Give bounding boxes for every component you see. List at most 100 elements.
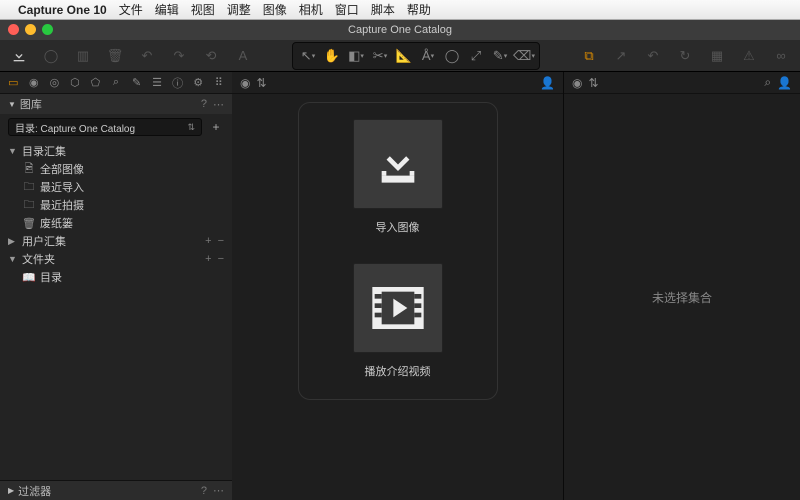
catalog-selector-label: 目录: Capture One Catalog [15, 120, 135, 135]
menu-file[interactable]: 文件 [119, 1, 143, 18]
capture-icon[interactable]: ◯ [40, 46, 62, 66]
copy-adjustments-icon[interactable]: ⧉ [578, 46, 600, 66]
tree-catalog-group[interactable]: ▼ 目录汇集 [0, 142, 232, 160]
eraser-tool-icon[interactable]: ⌫▾ [513, 46, 535, 66]
tree-all-images[interactable]: 🖻 全部图像 [0, 160, 232, 178]
keystone-tool-icon[interactable]: Å▾ [417, 46, 439, 66]
left-sidebar: ▭ ◉ ◎ ⬡ ⬠ ⌕ ✎ ☰ ⓘ ⚙ ⠿ ▼ 图库 ? ⋯ 目录: Captu… [0, 72, 232, 500]
window-titlebar: Capture One Catalog [0, 20, 800, 40]
import-icon[interactable] [8, 46, 30, 66]
eye-icon[interactable]: ◉ [240, 76, 250, 90]
sort-icon[interactable]: ⇅ [588, 76, 598, 90]
pointer-tool-icon[interactable]: ↖▾ [297, 46, 319, 66]
catalog-selector[interactable]: 目录: Capture One Catalog ⇅ [8, 118, 202, 136]
browser-toolbar: ◉ ⇅ ⌕ 👤 [564, 72, 800, 94]
menu-app-name[interactable]: Capture One 10 [18, 3, 107, 17]
remove-user-collection-button[interactable]: − [218, 235, 224, 247]
add-folder-button[interactable]: + [205, 253, 211, 265]
redo-icon[interactable]: ↷ [168, 46, 190, 66]
search-icon[interactable]: ⌕ [764, 75, 771, 90]
tab-exposure-icon[interactable]: ⬠ [88, 75, 103, 90]
chevron-down-icon[interactable]: ▼ [8, 100, 16, 109]
tree-recent-imports[interactable]: 🗀 最近导入 [0, 178, 232, 196]
undo-icon[interactable]: ↶ [136, 46, 158, 66]
spot-tool-icon[interactable]: ◯ [441, 46, 463, 66]
pan-tool-icon[interactable]: ✋ [321, 46, 343, 66]
tree-folder-catalog[interactable]: 📖 目录 [0, 268, 232, 286]
tree-user-group[interactable]: ▶ 用户汇集 +− [0, 232, 232, 250]
help-icon[interactable]: ? [201, 98, 207, 110]
tab-batch-icon[interactable]: ⠿ [211, 75, 226, 90]
tab-search-icon[interactable]: ⌕ [109, 75, 124, 90]
tab-lens-icon[interactable]: ◎ [47, 75, 62, 90]
mask-tool-icon[interactable]: ◧▾ [345, 46, 367, 66]
eye-icon[interactable]: ◉ [572, 76, 582, 90]
reset-icon[interactable]: ⟲ [200, 46, 222, 66]
grid-icon[interactable]: ▦ [706, 46, 728, 66]
import-images-label: 导入图像 [376, 219, 420, 235]
images-icon: 🖻 [22, 160, 36, 179]
menu-dots-icon[interactable]: ⋯ [213, 98, 224, 111]
menu-image[interactable]: 图像 [263, 1, 287, 18]
filters-panel-header[interactable]: ▶ 过滤器 ? ⋯ [0, 480, 232, 500]
menu-dots-icon[interactable]: ⋯ [213, 484, 224, 497]
tree-trash[interactable]: 🗑 废纸篓 [0, 214, 232, 232]
rotate-left-icon[interactable]: ↶ [642, 46, 664, 66]
eyedropper-tool-icon[interactable]: ⤢ [465, 46, 487, 66]
play-intro-video-label: 播放介绍视频 [365, 363, 431, 379]
remove-folder-button[interactable]: − [218, 253, 224, 265]
person-icon[interactable]: 👤 [540, 76, 555, 90]
rotate-right-icon[interactable]: ↻ [674, 46, 696, 66]
tab-details-icon[interactable]: ✎ [129, 75, 144, 90]
tab-capture-icon[interactable]: ◉ [27, 75, 42, 90]
help-icon[interactable]: ? [201, 485, 207, 497]
dropdown-icon: ⇅ [187, 122, 195, 133]
add-catalog-button[interactable]: + [208, 119, 224, 135]
sort-icon[interactable]: ⇅ [256, 76, 266, 90]
play-intro-video-tile[interactable] [353, 263, 443, 353]
stack-icon[interactable]: ▥ [72, 46, 94, 66]
library-header-label: 图库 [20, 96, 42, 112]
menu-window[interactable]: 窗口 [335, 1, 359, 18]
viewer-pane: ◉ ⇅ 👤 导入图像 [232, 72, 564, 500]
person-icon[interactable]: 👤 [777, 76, 792, 90]
tree-folders-group[interactable]: ▼ 文件夹 +− [0, 250, 232, 268]
import-images-tile[interactable] [353, 119, 443, 209]
film-play-icon [370, 280, 426, 336]
tab-output-icon[interactable]: ⚙ [191, 75, 206, 90]
crop-tool-icon[interactable]: ✂▾ [369, 46, 391, 66]
menu-edit[interactable]: 编辑 [155, 1, 179, 18]
trash-icon[interactable]: 🗑 [104, 46, 126, 66]
welcome-panel: 导入图像 播放介绍视频 [298, 102, 498, 400]
traffic-lights [8, 24, 53, 35]
chevron-down-icon: ▼ [8, 254, 18, 264]
cursor-tools-group: ↖▾ ✋ ◧▾ ✂▾ 📐 Å▾ ◯ ⤢ ✎▾ ⌫▾ [292, 42, 540, 70]
menu-script[interactable]: 脚本 [371, 1, 395, 18]
menu-adjust[interactable]: 调整 [227, 1, 251, 18]
mac-menubar: Capture One 10 文件 编辑 视图 调整 图像 相机 窗口 脚本 帮… [0, 0, 800, 20]
tab-metadata-icon[interactable]: ⓘ [170, 75, 185, 90]
auto-adjust-icon[interactable]: A [232, 46, 254, 66]
minimize-window-button[interactable] [25, 24, 36, 35]
window-title: Capture One Catalog [348, 24, 452, 36]
menu-help[interactable]: 帮助 [407, 1, 431, 18]
focus-mask-icon[interactable]: ∞ [770, 46, 792, 66]
library-tree: ▼ 目录汇集 🖻 全部图像 🗀 最近导入 🗀 最近拍摄 🗑 废纸篓 ▶ 用 [0, 140, 232, 288]
apply-adjustments-icon[interactable]: ↗ [610, 46, 632, 66]
tab-library-icon[interactable]: ▭ [6, 75, 21, 90]
menu-view[interactable]: 视图 [191, 1, 215, 18]
viewer-toolbar: ◉ ⇅ 👤 [232, 72, 563, 94]
browser-pane: ◉ ⇅ ⌕ 👤 未选择集合 [564, 72, 800, 500]
tree-recent-captures[interactable]: 🗀 最近拍摄 [0, 196, 232, 214]
download-icon [370, 136, 426, 192]
tab-color-icon[interactable]: ⬡ [68, 75, 83, 90]
folder-icon: 🗀 [22, 196, 36, 215]
straighten-tool-icon[interactable]: 📐 [393, 46, 415, 66]
zoom-window-button[interactable] [42, 24, 53, 35]
tab-adjustments-icon[interactable]: ☰ [150, 75, 165, 90]
brush-tool-icon[interactable]: ✎▾ [489, 46, 511, 66]
warning-icon[interactable]: ⚠ [738, 46, 760, 66]
close-window-button[interactable] [8, 24, 19, 35]
menu-camera[interactable]: 相机 [299, 1, 323, 18]
add-user-collection-button[interactable]: + [205, 235, 211, 247]
